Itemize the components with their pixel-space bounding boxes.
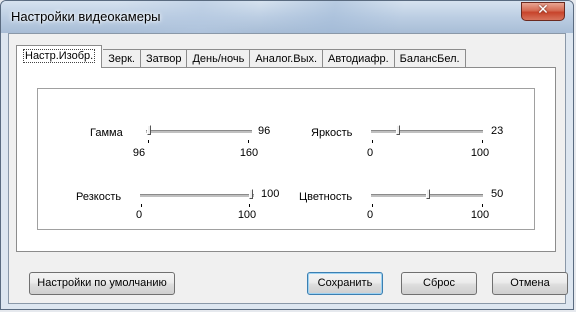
tab-panel-image-settings [16, 67, 556, 252]
brightness-max-label: 100 [470, 147, 490, 159]
gamma-value: 96 [258, 125, 271, 137]
sharpness-label: Резкость [76, 191, 122, 203]
sharpness-slider-thumb[interactable] [249, 189, 253, 199]
tab-label: Настр.Изобр. [23, 49, 96, 63]
tab-auto-iris[interactable]: Автодиафр. [323, 49, 395, 68]
reset-button[interactable]: Сброс [401, 272, 477, 295]
saturation-value: 50 [491, 188, 504, 200]
gamma-max-tick [248, 140, 249, 143]
sharpness-min-label: 0 [135, 209, 143, 221]
close-icon: ✕ [537, 2, 549, 18]
gamma-max-label: 160 [239, 147, 259, 159]
saturation-label: Цветность [299, 191, 353, 203]
brightness-max-tick [482, 140, 483, 143]
gamma-slider-thumb[interactable] [147, 125, 151, 135]
saturation-min-tick [372, 204, 373, 207]
save-button[interactable]: Сохранить [307, 272, 383, 295]
tab-mirror[interactable]: Зерк. [103, 49, 141, 68]
sharpness-max-tick [249, 204, 250, 207]
saturation-max-tick [482, 204, 483, 207]
brightness-min-label: 0 [366, 147, 374, 159]
brightness-track[interactable] [371, 130, 483, 134]
close-button[interactable]: ✕ [521, 2, 565, 21]
gamma-min-label: 96 [132, 147, 146, 159]
sharpness-value: 100 [261, 188, 280, 200]
saturation-min-label: 0 [366, 209, 374, 221]
saturation-max-label: 100 [470, 209, 490, 221]
gamma-label: Гамма [90, 127, 123, 139]
cancel-button[interactable]: Отмена [492, 272, 568, 295]
brightness-label: Яркость [311, 127, 353, 139]
tab-shutter[interactable]: Затвор [140, 49, 188, 68]
tab-image-settings[interactable]: Настр.Изобр. [16, 45, 103, 68]
restore-defaults-button[interactable]: Настройки по умолчанию [29, 272, 175, 295]
tab-day-night[interactable]: День/ночь [187, 49, 251, 68]
saturation-slider-thumb[interactable] [426, 189, 430, 199]
image-settings-group [37, 88, 535, 230]
tab-strip: Настр.Изобр. Зерк. Затвор День/ночь Анал… [16, 45, 466, 68]
brightness-value: 23 [491, 125, 504, 137]
tab-white-balance[interactable]: БалансБел. [394, 49, 466, 68]
tab-analog-output[interactable]: Аналог.Вых. [250, 49, 324, 68]
window-title: Настройки видеокамеры [11, 9, 161, 24]
brightness-min-tick [372, 140, 373, 143]
sharpness-max-label: 100 [237, 209, 257, 221]
gamma-min-tick [148, 140, 149, 143]
gamma-track[interactable] [146, 130, 252, 134]
sharpness-track[interactable] [140, 194, 254, 198]
brightness-slider-thumb[interactable] [396, 125, 400, 135]
sharpness-min-tick [141, 204, 142, 207]
